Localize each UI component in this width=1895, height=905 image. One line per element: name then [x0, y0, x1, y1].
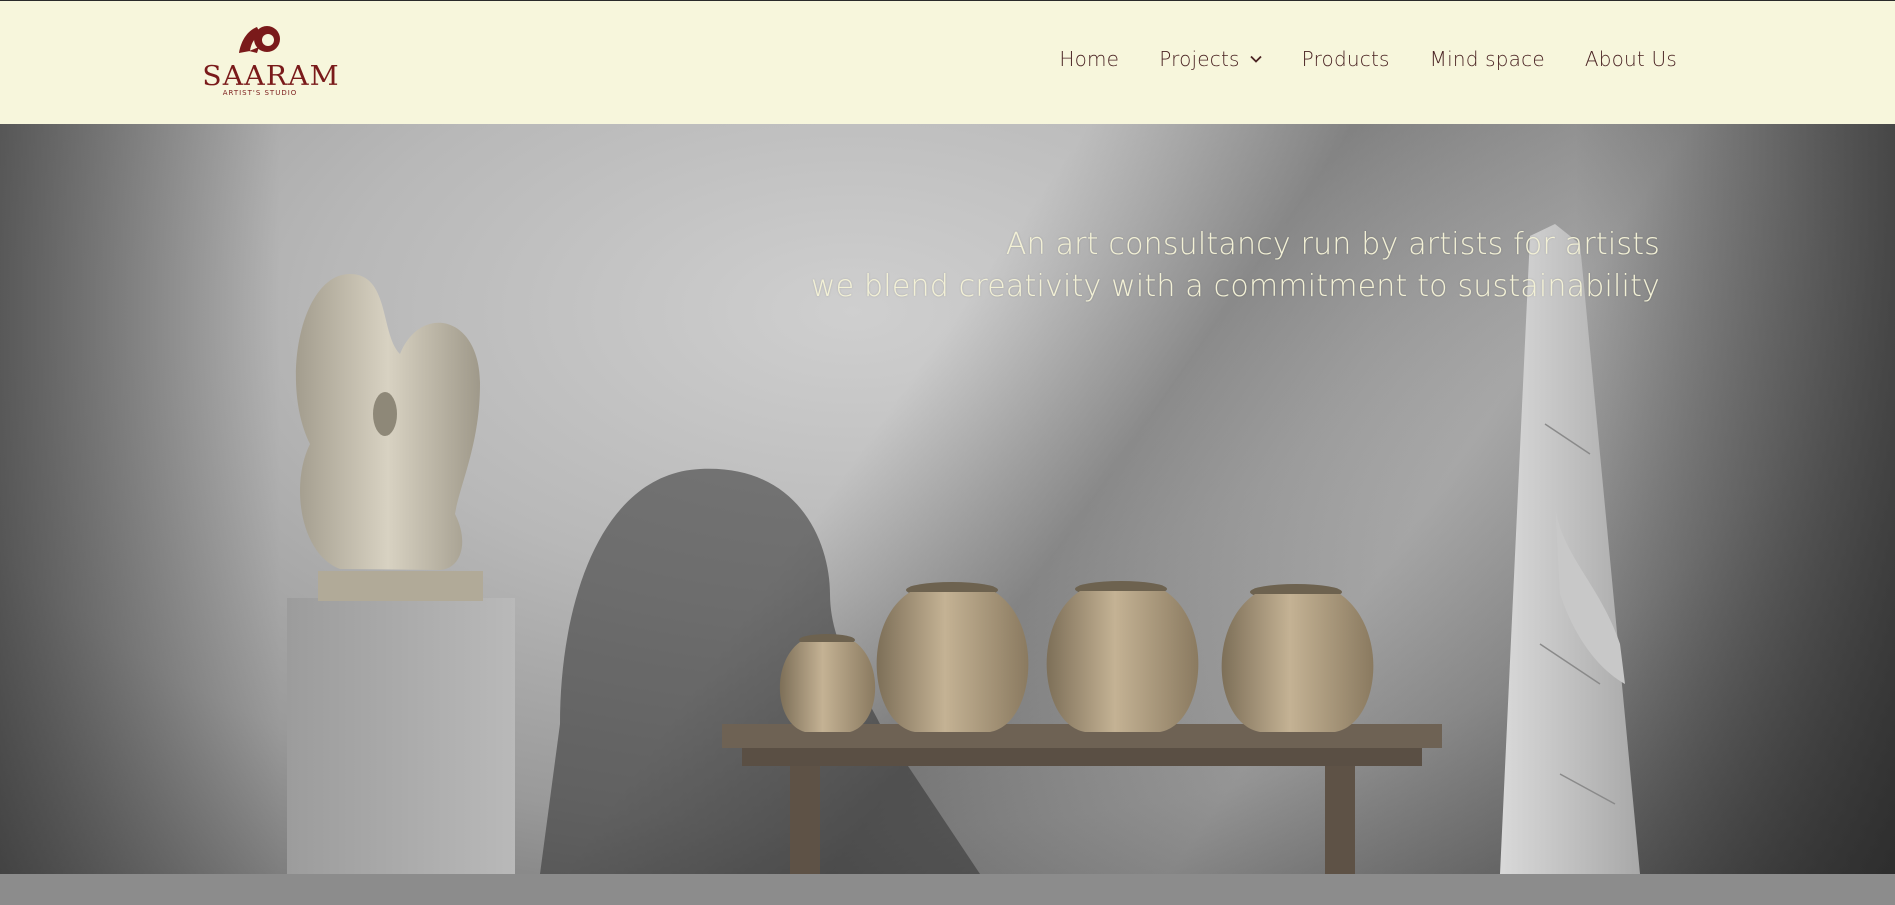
nav-item-mind-space[interactable]: Mind space	[1430, 47, 1545, 71]
nav-item-projects[interactable]: Projects	[1159, 47, 1262, 71]
main-nav: Home Projects Products Mind space About …	[1059, 47, 1677, 71]
hero-banner: An art consultancy run by artists for ar…	[0, 124, 1895, 874]
site-header: SAARAM ARTIST'S STUDIO Home Projects Pro…	[0, 1, 1895, 124]
nav-item-label: Mind space	[1429, 47, 1545, 71]
brand-mark-icon	[239, 26, 280, 53]
nav-item-home[interactable]: Home	[1059, 47, 1119, 71]
bottom-band	[0, 874, 1895, 905]
vase-small	[779, 634, 876, 732]
nav-item-label: Projects	[1159, 47, 1240, 71]
chevron-down-icon	[1250, 55, 1262, 63]
vase-large-3	[1221, 584, 1374, 732]
hero-tagline-line1: An art consultancy run by artists for ar…	[1005, 227, 1660, 262]
marble-obelisk	[1500, 224, 1640, 874]
bench-leg	[1325, 766, 1355, 874]
pedestal	[287, 598, 515, 874]
nav-item-products[interactable]: Products	[1302, 47, 1390, 71]
nav-item-label: About Us	[1584, 47, 1677, 71]
nav-item-label: Home	[1059, 47, 1120, 71]
brand-subtitle: ARTIST'S STUDIO	[222, 89, 298, 97]
hero-tagline: An art consultancy run by artists for ar…	[811, 224, 1660, 308]
brand-name: SAARAM	[202, 61, 340, 92]
vase-large-2	[1046, 581, 1199, 732]
nav-item-label: Products	[1301, 47, 1390, 71]
hero-tagline-line2: we blend creativity with a commitment to…	[810, 269, 1660, 304]
sculpture-base	[318, 571, 483, 601]
brand-logo[interactable]: SAARAM ARTIST'S STUDIO	[202, 23, 340, 103]
nav-item-about-us[interactable]: About Us	[1585, 47, 1677, 71]
bench-leg	[790, 766, 820, 874]
vase-large-1	[876, 582, 1029, 732]
